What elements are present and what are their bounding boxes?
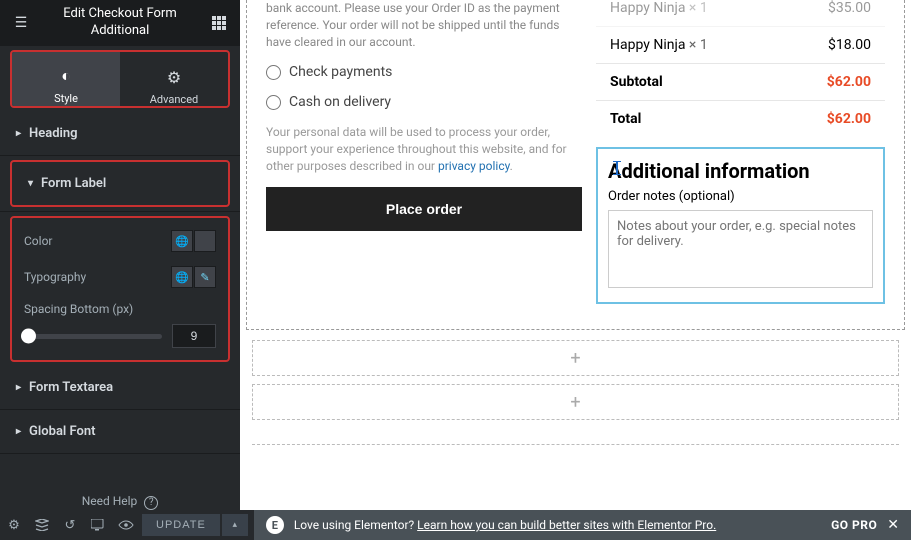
settings-icon[interactable]: ⚙: [0, 510, 28, 540]
add-column-button[interactable]: +: [252, 384, 899, 420]
edit-typography-button[interactable]: ✎: [194, 266, 216, 288]
history-icon[interactable]: ↺: [56, 510, 84, 540]
close-promo-icon[interactable]: ✕: [887, 517, 899, 533]
slider-thumb[interactable]: [21, 329, 36, 344]
update-button[interactable]: UPDATE: [142, 514, 220, 536]
section-form-label[interactable]: ▾ Form Label: [10, 160, 230, 207]
add-column-button[interactable]: +: [252, 340, 899, 376]
color-picker-button[interactable]: [194, 230, 216, 252]
menu-icon[interactable]: ☰: [10, 12, 32, 34]
form-label-controls: Color 🌐 Typography 🌐 ✎ Spacing Bottom (p…: [10, 216, 230, 362]
elementor-badge-icon: E: [266, 516, 284, 534]
spacing-slider[interactable]: [24, 334, 162, 339]
section-form-textarea[interactable]: ▸ Form Textarea: [0, 366, 240, 409]
widgets-icon[interactable]: [208, 12, 230, 34]
globe-icon[interactable]: 🌐: [171, 230, 193, 252]
preview-icon[interactable]: [112, 510, 140, 540]
section-heading[interactable]: ▸ Heading: [0, 112, 240, 155]
responsive-icon[interactable]: [84, 510, 112, 540]
caret-down-icon: ▾: [28, 178, 33, 189]
section-outline: [246, 0, 905, 330]
section-global-font[interactable]: ▸ Global Font: [0, 410, 240, 453]
caret-right-icon: ▸: [16, 382, 21, 393]
promo-link[interactable]: Learn how you can build better sites wit…: [417, 518, 716, 532]
need-help-link[interactable]: Need Help ?: [0, 494, 240, 510]
go-pro-button[interactable]: GO PRO: [831, 518, 877, 532]
tab-advanced[interactable]: ⚙ Advanced: [120, 52, 228, 108]
tabs-container: ◐ Style ⚙ Advanced: [10, 50, 230, 108]
globe-icon[interactable]: 🌐: [171, 266, 193, 288]
half-circle-icon: ◐: [61, 66, 71, 86]
order-row: Happy Ninja × 1 $35.00: [596, 0, 885, 27]
promo-bar: E Love using Elementor? Learn how you ca…: [254, 510, 911, 540]
gear-icon: ⚙: [167, 68, 181, 87]
navigator-icon[interactable]: [28, 510, 56, 540]
spacing-label: Spacing Bottom (px): [24, 302, 216, 316]
panel-title: Edit Checkout Form Additional: [63, 6, 176, 40]
question-icon: ?: [144, 496, 158, 510]
section-divider: [252, 444, 899, 445]
spacing-value-input[interactable]: [172, 324, 216, 348]
typography-label: Typography: [24, 270, 86, 284]
tab-style[interactable]: ◐ Style: [12, 52, 120, 108]
update-dropdown[interactable]: ▴: [222, 514, 248, 536]
caret-right-icon: ▸: [16, 128, 21, 139]
caret-right-icon: ▸: [16, 426, 21, 437]
color-label: Color: [24, 234, 52, 248]
